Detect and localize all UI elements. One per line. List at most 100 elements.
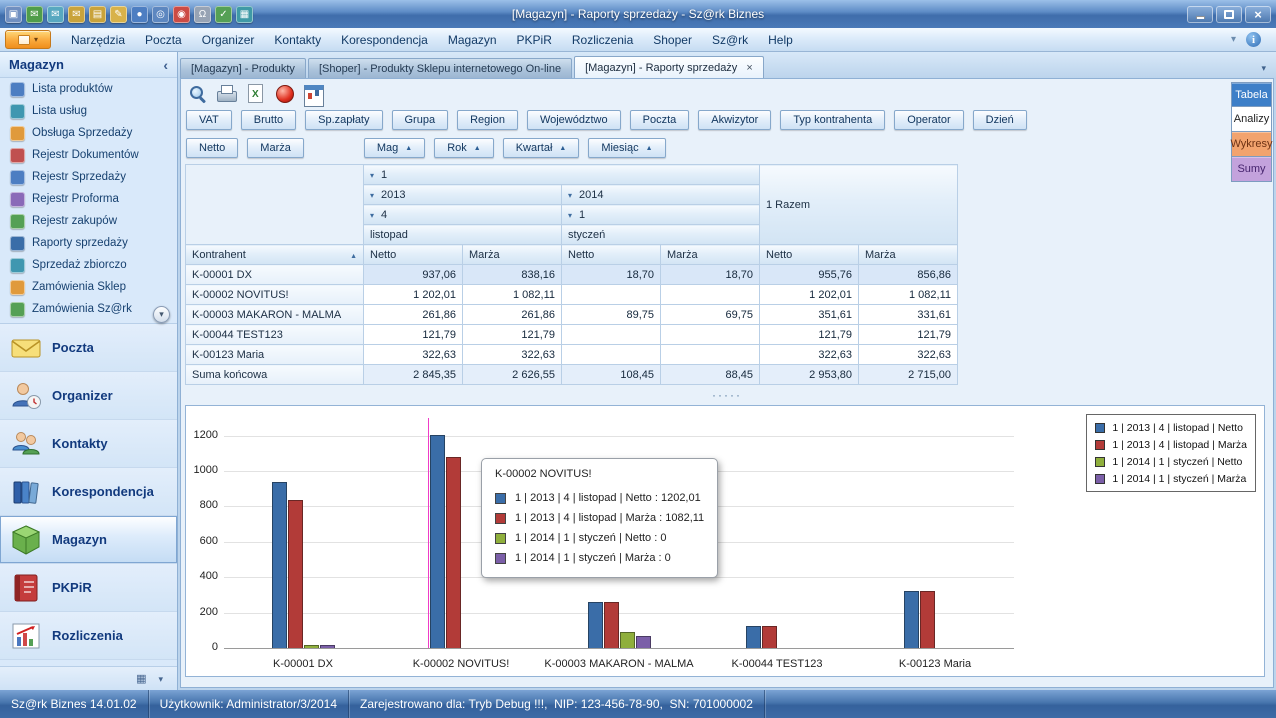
- bar[interactable]: [304, 645, 319, 648]
- pivot-group-quarter[interactable]: ▾1: [562, 205, 760, 225]
- pivot-grand-total-cell[interactable]: 2 953,80: [760, 365, 859, 385]
- sidebar-item-rejestr-proforma[interactable]: Rejestr Proforma: [0, 188, 177, 210]
- tasks-icon[interactable]: ✓: [215, 6, 232, 23]
- sidebar-item-obs-uga-sprzeda-y[interactable]: Obsługa Sprzedaży: [0, 122, 177, 144]
- legend-item[interactable]: 1 | 2013 | 4 | listopad | Marża: [1095, 436, 1247, 453]
- pivot-grand-total-cell[interactable]: 108,45: [562, 365, 661, 385]
- menu-pkpir[interactable]: PKPiR: [507, 29, 562, 51]
- collapse-icon[interactable]: ▾: [568, 191, 572, 200]
- menu-help[interactable]: Help: [758, 29, 803, 51]
- pivot-cell[interactable]: 69,75: [661, 305, 760, 325]
- column-field-rok[interactable]: Rok▲: [434, 138, 494, 158]
- filter-field-operator[interactable]: Operator: [894, 110, 963, 130]
- module-button-pkpir[interactable]: PKPiR: [0, 564, 177, 612]
- pivot-measure-header[interactable]: Netto: [760, 245, 859, 265]
- pivot-row-field[interactable]: Kontrahent▲: [186, 245, 364, 265]
- pivot-grand-total-label[interactable]: Suma końcowa: [186, 365, 364, 385]
- pivot-cell[interactable]: 121,79: [760, 325, 859, 345]
- module-button-poczta[interactable]: Poczta: [0, 324, 177, 372]
- print-icon[interactable]: [215, 82, 237, 104]
- pivot-cell[interactable]: 121,79: [859, 325, 958, 345]
- pivot-cell[interactable]: 1 202,01: [364, 285, 463, 305]
- data-field-mar-a[interactable]: Marża: [247, 138, 304, 158]
- legend-item[interactable]: 1 | 2014 | 1 | styczeń | Marża: [1095, 470, 1247, 487]
- menu-rozliczenia[interactable]: Rozliczenia: [562, 29, 643, 51]
- module-button-korespondencja[interactable]: Korespondencja: [0, 468, 177, 516]
- pivot-cell[interactable]: 18,70: [661, 265, 760, 285]
- find-report-icon[interactable]: ◎: [152, 6, 169, 23]
- pivot-group-month[interactable]: listopad: [364, 225, 562, 245]
- bar[interactable]: [446, 457, 461, 648]
- search-icon[interactable]: [186, 82, 208, 104]
- sidebar-item-zam-wienia-sz@rk[interactable]: Zamówienia Sz@rk: [0, 298, 177, 320]
- sidebar-item-raporty-sprzeda-y[interactable]: Raporty sprzedaży: [0, 232, 177, 254]
- menu-kontakty[interactable]: Kontakty: [264, 29, 331, 51]
- pivot-cell[interactable]: 261,86: [463, 305, 562, 325]
- pivot-cell[interactable]: 856,86: [859, 265, 958, 285]
- module-button-kontakty[interactable]: Kontakty: [0, 420, 177, 468]
- bar[interactable]: [620, 632, 635, 648]
- pivot-group-year[interactable]: ▾2013: [364, 185, 562, 205]
- sidebar-item-zam-wienia-sklep[interactable]: Zamówienia Sklep: [0, 276, 177, 298]
- collapse-icon[interactable]: ▾: [370, 171, 374, 180]
- column-field-kwarta[interactable]: Kwartał▲: [503, 138, 580, 158]
- pivot-group-mag[interactable]: ▾1: [364, 165, 760, 185]
- filter-field-region[interactable]: Region: [457, 110, 518, 130]
- pivot-row-header[interactable]: K-00001 DX: [186, 265, 364, 285]
- pivot-cell[interactable]: 18,70: [562, 265, 661, 285]
- menu-shoper[interactable]: Shoper: [643, 29, 702, 51]
- pivot-cell[interactable]: 1 082,11: [463, 285, 562, 305]
- close-button[interactable]: [1245, 6, 1271, 23]
- pivot-group-quarter[interactable]: ▾4: [364, 205, 562, 225]
- bar[interactable]: [636, 636, 651, 648]
- info-icon[interactable]: [1246, 32, 1261, 47]
- application-menu-button[interactable]: [5, 30, 51, 49]
- sidebar-collapse-button[interactable]: [163, 57, 168, 73]
- pivot-grand-total-cell[interactable]: 2 845,35: [364, 365, 463, 385]
- pivot-cell[interactable]: 261,86: [364, 305, 463, 325]
- view-tab-wykresy[interactable]: Wykresy: [1231, 132, 1272, 157]
- legend-item[interactable]: 1 | 2013 | 4 | listopad | Netto: [1095, 419, 1247, 436]
- pivot-measure-header[interactable]: Marża: [661, 245, 760, 265]
- help-icon[interactable]: [273, 82, 295, 104]
- pivot-cell[interactable]: [661, 345, 760, 365]
- send-mail-icon[interactable]: ✉: [26, 6, 43, 23]
- tab-close-icon[interactable]: ×: [744, 62, 752, 74]
- document-tab-active[interactable]: [Magazyn] - Raporty sprzedaży×: [574, 56, 764, 78]
- view-tab-sumy[interactable]: Sumy: [1231, 157, 1272, 182]
- bar[interactable]: [920, 591, 935, 648]
- chart-icon[interactable]: [302, 82, 324, 104]
- menu-korespondencja[interactable]: Korespondencja: [331, 29, 438, 51]
- module-button-magazyn[interactable]: Magazyn: [0, 516, 177, 564]
- sidebar-item-rejestr-zakup-w[interactable]: Rejestr zakupów: [0, 210, 177, 232]
- data-field-netto[interactable]: Netto: [186, 138, 238, 158]
- filter-field-poczta[interactable]: Poczta: [630, 110, 690, 130]
- receive-mail-icon[interactable]: ✉: [47, 6, 64, 23]
- filter-field-dzie[interactable]: Dzień: [973, 110, 1027, 130]
- scales-icon[interactable]: Ω: [194, 6, 211, 23]
- document-tab[interactable]: [Magazyn] - Produkty: [180, 58, 306, 78]
- sidebar-item-lista-produkt-w[interactable]: Lista produktów: [0, 78, 177, 100]
- pivot-cell[interactable]: [562, 325, 661, 345]
- pivot-cell[interactable]: 331,61: [859, 305, 958, 325]
- collapse-icon[interactable]: ▾: [370, 191, 374, 200]
- module-button-rozliczenia[interactable]: Rozliczenia: [0, 612, 177, 660]
- bar[interactable]: [604, 602, 619, 648]
- pivot-row-header[interactable]: K-00044 TEST123: [186, 325, 364, 345]
- edit-icon[interactable]: ✎: [110, 6, 127, 23]
- scroll-down-button[interactable]: [153, 306, 170, 323]
- table-icon[interactable]: ▦: [236, 6, 253, 23]
- pivot-cell[interactable]: [562, 285, 661, 305]
- filter-field-wojew-dztwo[interactable]: Województwo: [527, 110, 621, 130]
- monitor-icon[interactable]: ▣: [5, 6, 22, 23]
- filter-field-brutto[interactable]: Brutto: [241, 110, 296, 130]
- menu-magazyn[interactable]: Magazyn: [438, 29, 507, 51]
- pivot-measure-header[interactable]: Netto: [364, 245, 463, 265]
- sidebar-item-sprzeda-zbiorczo[interactable]: Sprzedaż zbiorczo: [0, 254, 177, 276]
- pivot-cell[interactable]: 1 202,01: [760, 285, 859, 305]
- collapse-icon[interactable]: ▾: [370, 211, 374, 220]
- pivot-row-header[interactable]: K-00002 NOVITUS!: [186, 285, 364, 305]
- collapse-icon[interactable]: ▾: [568, 211, 572, 220]
- bar[interactable]: [762, 626, 777, 648]
- filter-field-sp-zap-aty[interactable]: Sp.zapłaty: [305, 110, 382, 130]
